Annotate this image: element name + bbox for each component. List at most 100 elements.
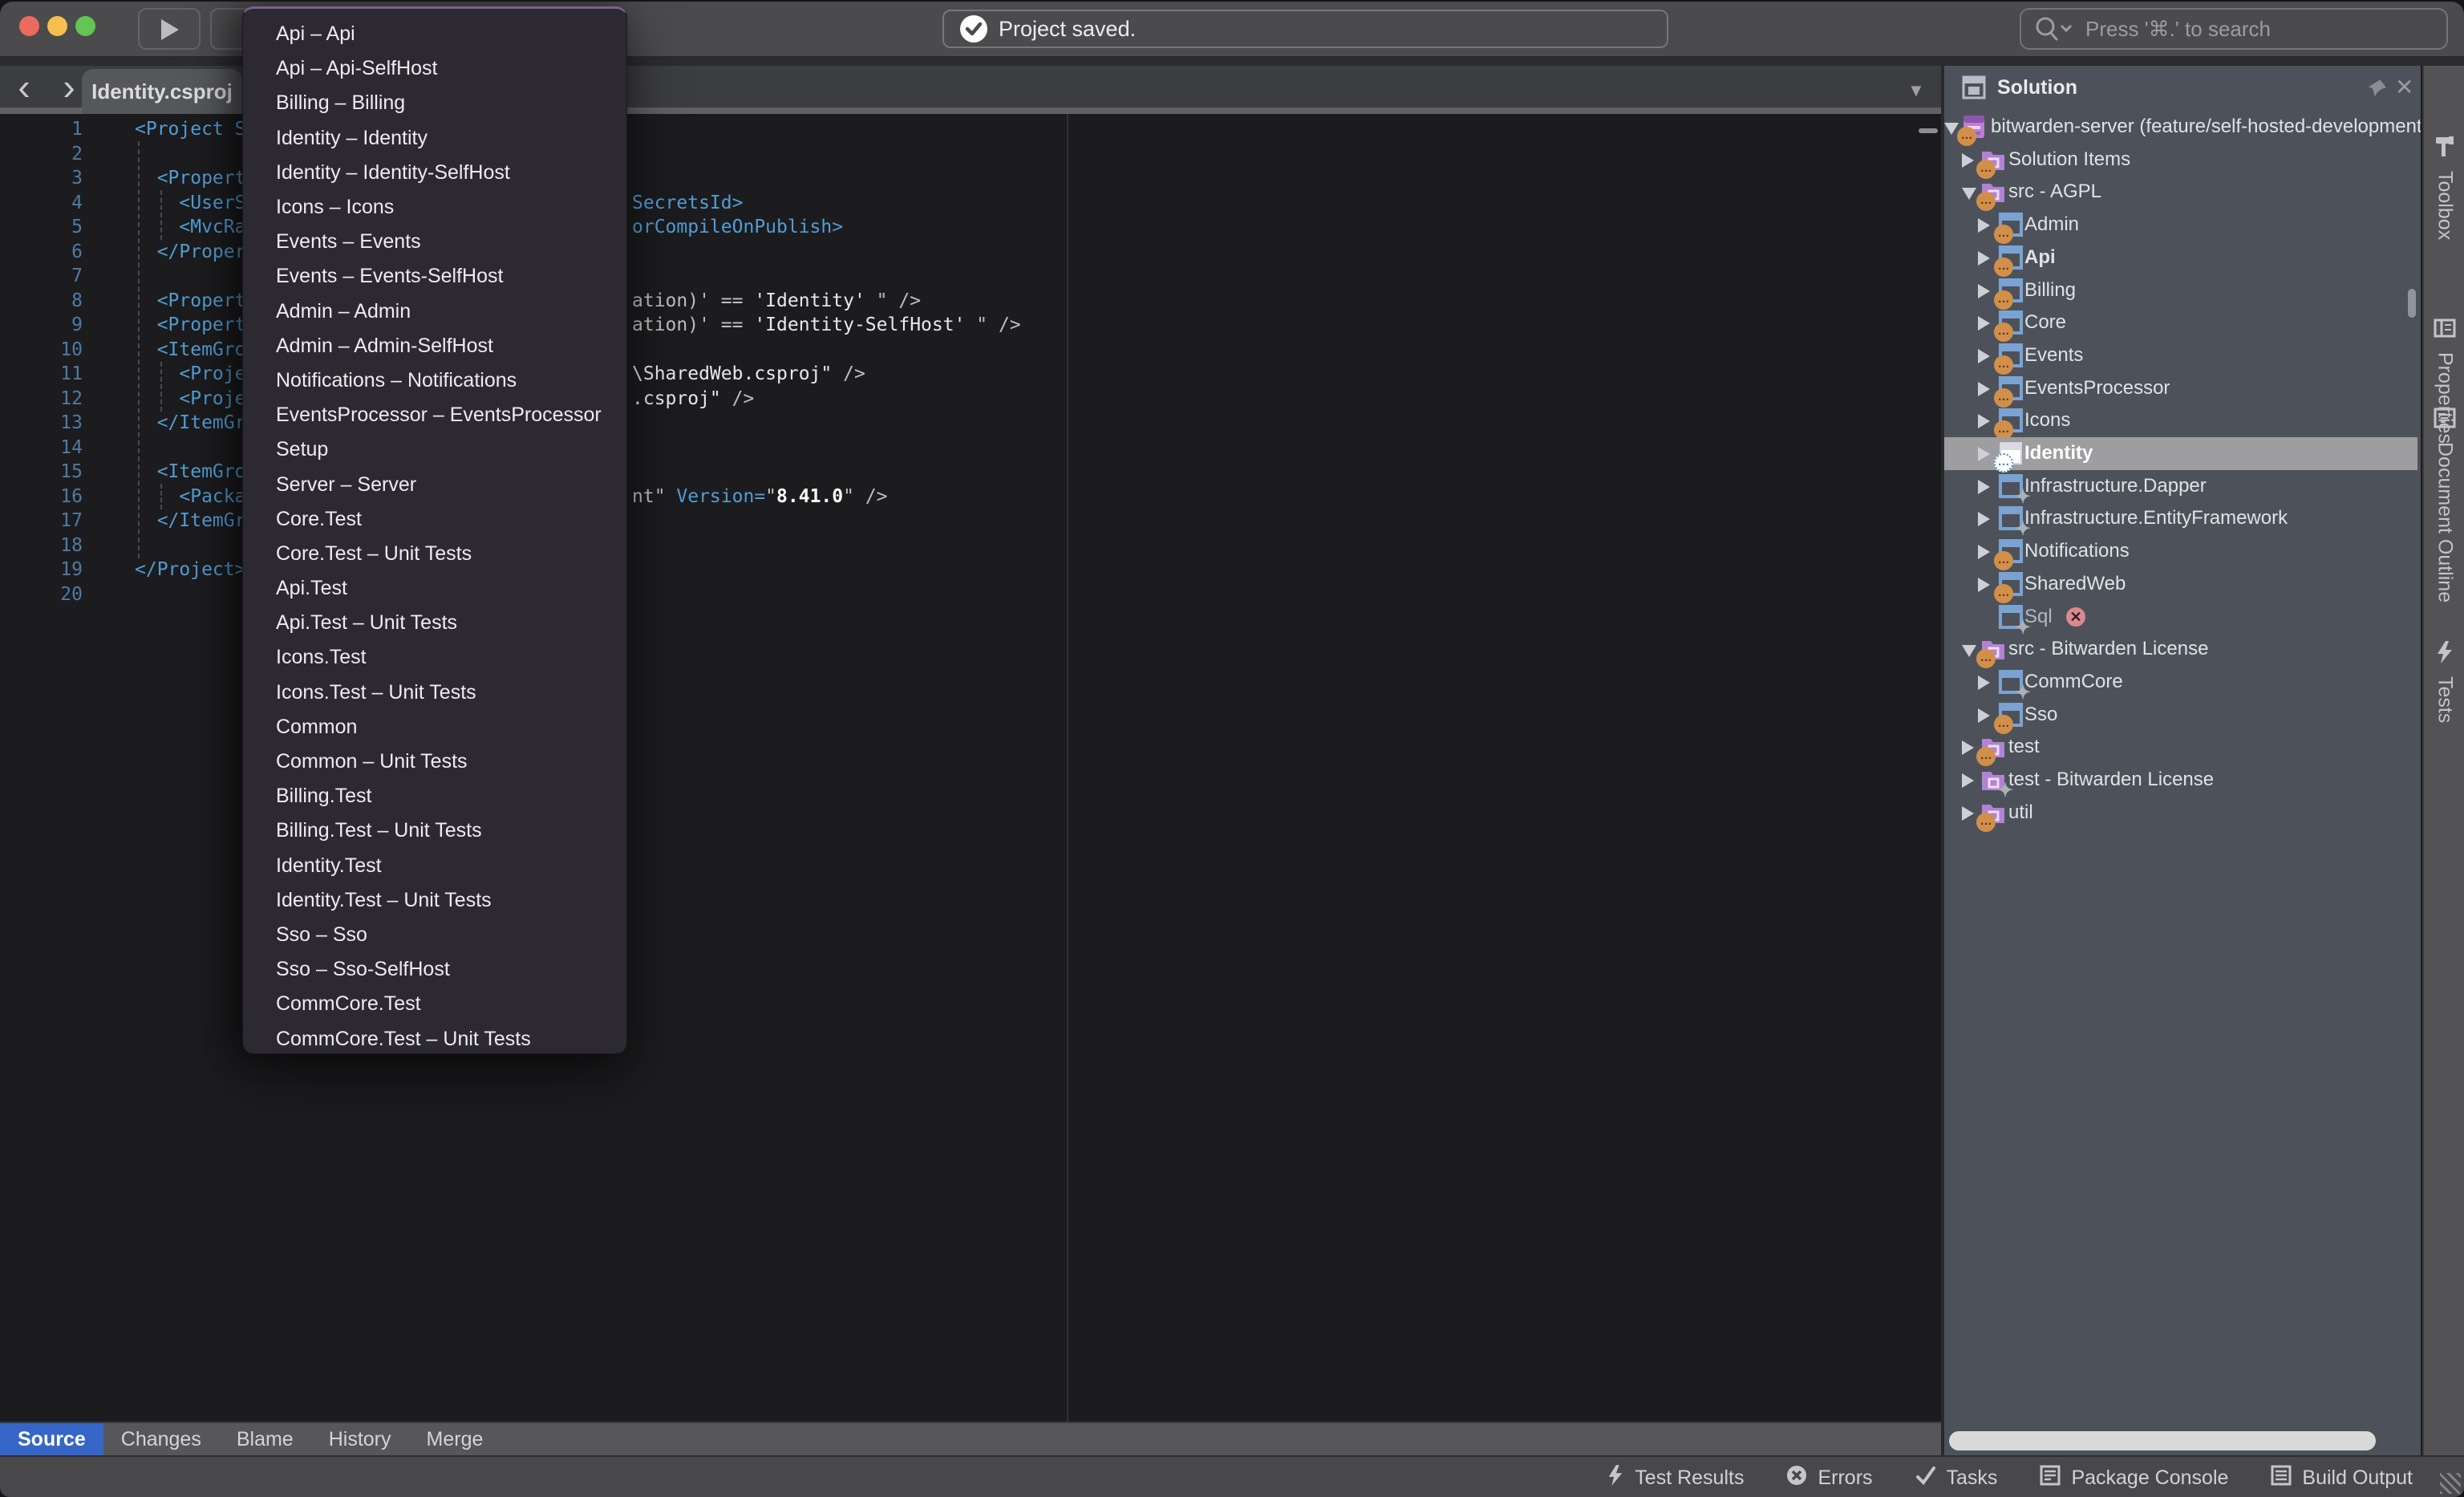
- expand-arrow-icon[interactable]: [1978, 251, 1990, 266]
- menu-item-commcore-test[interactable]: CommCore.Test: [243, 987, 626, 1021]
- tree-row-api[interactable]: …Api: [1944, 241, 2421, 274]
- tree-row-eventsprocessor[interactable]: …EventsProcessor: [1944, 372, 2421, 405]
- menu-item-admin-admin[interactable]: Admin – Admin: [243, 294, 626, 329]
- side-tab-toolbox[interactable]: Toolbox: [2424, 135, 2464, 240]
- tree-row-test-bitwarden-license[interactable]: ✦test - Bitwarden License: [1944, 764, 2421, 797]
- tree-row-admin[interactable]: …Admin: [1944, 209, 2421, 241]
- navigate-back-button[interactable]: ‹: [6, 69, 42, 108]
- collapse-arrow-icon[interactable]: [1944, 123, 1959, 135]
- statusbar-item-errors[interactable]: Errors: [1785, 1464, 1872, 1492]
- view-tab-history[interactable]: History: [311, 1423, 409, 1455]
- menu-item-billing-billing[interactable]: Billing – Billing: [243, 86, 626, 120]
- expand-arrow-icon[interactable]: [1978, 578, 1990, 592]
- line-number: 3: [0, 166, 83, 191]
- menu-item-server-server[interactable]: Server – Server: [243, 467, 626, 501]
- menu-item-setup[interactable]: Setup: [243, 432, 626, 467]
- tree-row-src-bitwarden-license[interactable]: …src - Bitwarden License: [1944, 633, 2421, 666]
- menu-item-identity-identity-selfhost[interactable]: Identity – Identity-SelfHost: [243, 156, 626, 190]
- tree-row-sharedweb[interactable]: …SharedWeb: [1944, 568, 2421, 601]
- expand-arrow-icon[interactable]: [1962, 740, 1974, 755]
- expand-arrow-icon[interactable]: [1978, 316, 1990, 331]
- tab-identity-csproj[interactable]: Identity.csproj: [82, 69, 242, 114]
- expand-arrow-icon[interactable]: [1978, 545, 1990, 559]
- zoom-window-button[interactable]: [75, 16, 95, 36]
- menu-item-core-test-unit-tests[interactable]: Core.Test – Unit Tests: [243, 537, 626, 571]
- menu-item-identity-test-unit-tests[interactable]: Identity.Test – Unit Tests: [243, 883, 626, 918]
- expand-arrow-icon[interactable]: [1978, 512, 1990, 526]
- close-window-button[interactable]: [19, 16, 39, 36]
- statusbar-item-tasks[interactable]: Tasks: [1915, 1464, 1998, 1492]
- search-input[interactable]: Press '⌘.' to search: [2020, 8, 2448, 50]
- minimize-window-button[interactable]: [47, 16, 67, 36]
- menu-item-identity-identity[interactable]: Identity – Identity: [243, 121, 626, 156]
- collapse-arrow-icon[interactable]: [1962, 645, 1976, 657]
- expand-arrow-icon[interactable]: [1978, 382, 1990, 396]
- view-tab-changes[interactable]: Changes: [103, 1423, 219, 1455]
- expand-arrow-icon[interactable]: [1962, 773, 1974, 788]
- tree-row-identity[interactable]: …Identity: [1944, 437, 2417, 470]
- tree-row-core[interactable]: …Core: [1944, 306, 2421, 339]
- menu-item-events-events[interactable]: Events – Events: [243, 225, 626, 259]
- menu-item-common[interactable]: Common: [243, 710, 626, 744]
- menu-item-events-events-selfhost[interactable]: Events – Events-SelfHost: [243, 259, 626, 294]
- tab-list-chevron-down-icon[interactable]: ▼: [1907, 80, 1925, 101]
- menu-item-api-test[interactable]: Api.Test: [243, 571, 626, 606]
- tree-row-commcore[interactable]: ✦CommCore: [1944, 666, 2421, 699]
- expand-arrow-icon[interactable]: [1978, 414, 1990, 428]
- view-tab-blame[interactable]: Blame: [219, 1423, 311, 1455]
- menu-item-icons-test-unit-tests[interactable]: Icons.Test – Unit Tests: [243, 675, 626, 710]
- menu-item-common-unit-tests[interactable]: Common – Unit Tests: [243, 744, 626, 779]
- tree-row-sql[interactable]: ✦Sql✕: [1944, 601, 2421, 634]
- expand-arrow-icon[interactable]: [1978, 218, 1990, 233]
- resize-grip[interactable]: [2440, 1473, 2461, 1494]
- tree-row-solution-items[interactable]: …Solution Items: [1944, 144, 2421, 176]
- menu-item-admin-admin-selfhost[interactable]: Admin – Admin-SelfHost: [243, 329, 626, 363]
- tree-row-icons[interactable]: …Icons: [1944, 404, 2421, 437]
- menu-item-icons-test[interactable]: Icons.Test: [243, 640, 626, 675]
- menu-item-api-test-unit-tests[interactable]: Api.Test – Unit Tests: [243, 606, 626, 640]
- view-tab-source[interactable]: Source: [0, 1423, 103, 1455]
- tree-row-billing[interactable]: …Billing: [1944, 274, 2421, 307]
- expand-arrow-icon[interactable]: [1978, 447, 1990, 461]
- expand-arrow-icon[interactable]: [1978, 708, 1990, 723]
- expand-arrow-icon[interactable]: [1978, 675, 1990, 690]
- statusbar-item-test-results[interactable]: Test Results: [1606, 1464, 1744, 1492]
- expand-arrow-icon[interactable]: [1962, 806, 1974, 821]
- tree-row-infrastructure-dapper[interactable]: ✦Infrastructure.Dapper: [1944, 470, 2421, 503]
- tree-row-bitwarden-server-feature-self-hosted-development-[interactable]: …bitwarden-server (feature/self-hosted-d…: [1944, 111, 2421, 144]
- tree-row-util[interactable]: …util: [1944, 797, 2421, 830]
- menu-item-notifications-notifications[interactable]: Notifications – Notifications: [243, 363, 626, 398]
- statusbar-item-package-console[interactable]: Package Console: [2039, 1464, 2228, 1492]
- tree-row-infrastructure-entityframework[interactable]: ✦Infrastructure.EntityFramework: [1944, 502, 2421, 535]
- tree-row-src-agpl[interactable]: …src - AGPL: [1944, 176, 2421, 209]
- side-tab-document-outline[interactable]: Document Outline: [2424, 406, 2464, 602]
- close-pad-icon[interactable]: ✕: [2395, 74, 2413, 100]
- pane-horizontal-scrollbar[interactable]: [1949, 1431, 2376, 1450]
- expand-arrow-icon[interactable]: [1978, 349, 1990, 363]
- side-tab-tests[interactable]: Tests: [2424, 640, 2464, 723]
- expand-arrow-icon[interactable]: [1978, 480, 1990, 494]
- menu-item-commcore-test-unit-tests[interactable]: CommCore.Test – Unit Tests: [243, 1021, 626, 1056]
- menu-item-icons-icons[interactable]: Icons – Icons: [243, 190, 626, 225]
- pin-pad-icon[interactable]: [2368, 77, 2389, 98]
- menu-item-api-api-selfhost[interactable]: Api – Api-SelfHost: [243, 51, 626, 86]
- collapse-arrow-icon[interactable]: [1962, 188, 1976, 200]
- expand-arrow-icon[interactable]: [1978, 284, 1990, 298]
- menu-item-api-api[interactable]: Api – Api: [243, 17, 626, 51]
- tree-row-notifications[interactable]: …Notifications: [1944, 535, 2421, 568]
- menu-item-core-test[interactable]: Core.Test: [243, 502, 626, 537]
- menu-item-billing-test[interactable]: Billing.Test: [243, 779, 626, 813]
- menu-item-billing-test-unit-tests[interactable]: Billing.Test – Unit Tests: [243, 813, 626, 848]
- tree-row-events[interactable]: …Events: [1944, 339, 2421, 372]
- view-tab-merge[interactable]: Merge: [409, 1423, 501, 1455]
- tree-scrollbar-thumb[interactable]: [2408, 289, 2416, 318]
- expand-arrow-icon[interactable]: [1962, 153, 1974, 168]
- run-button[interactable]: [138, 8, 201, 50]
- menu-item-eventsprocessor-eventsprocessor[interactable]: EventsProcessor – EventsProcessor: [243, 398, 626, 432]
- statusbar-item-build-output[interactable]: Build Output: [2270, 1464, 2413, 1492]
- menu-item-sso-sso-selfhost[interactable]: Sso – Sso-SelfHost: [243, 952, 626, 987]
- tree-row-sso[interactable]: …Sso: [1944, 699, 2421, 732]
- tree-row-test[interactable]: …test: [1944, 731, 2421, 764]
- menu-item-identity-test[interactable]: Identity.Test: [243, 849, 626, 883]
- menu-item-sso-sso[interactable]: Sso – Sso: [243, 918, 626, 952]
